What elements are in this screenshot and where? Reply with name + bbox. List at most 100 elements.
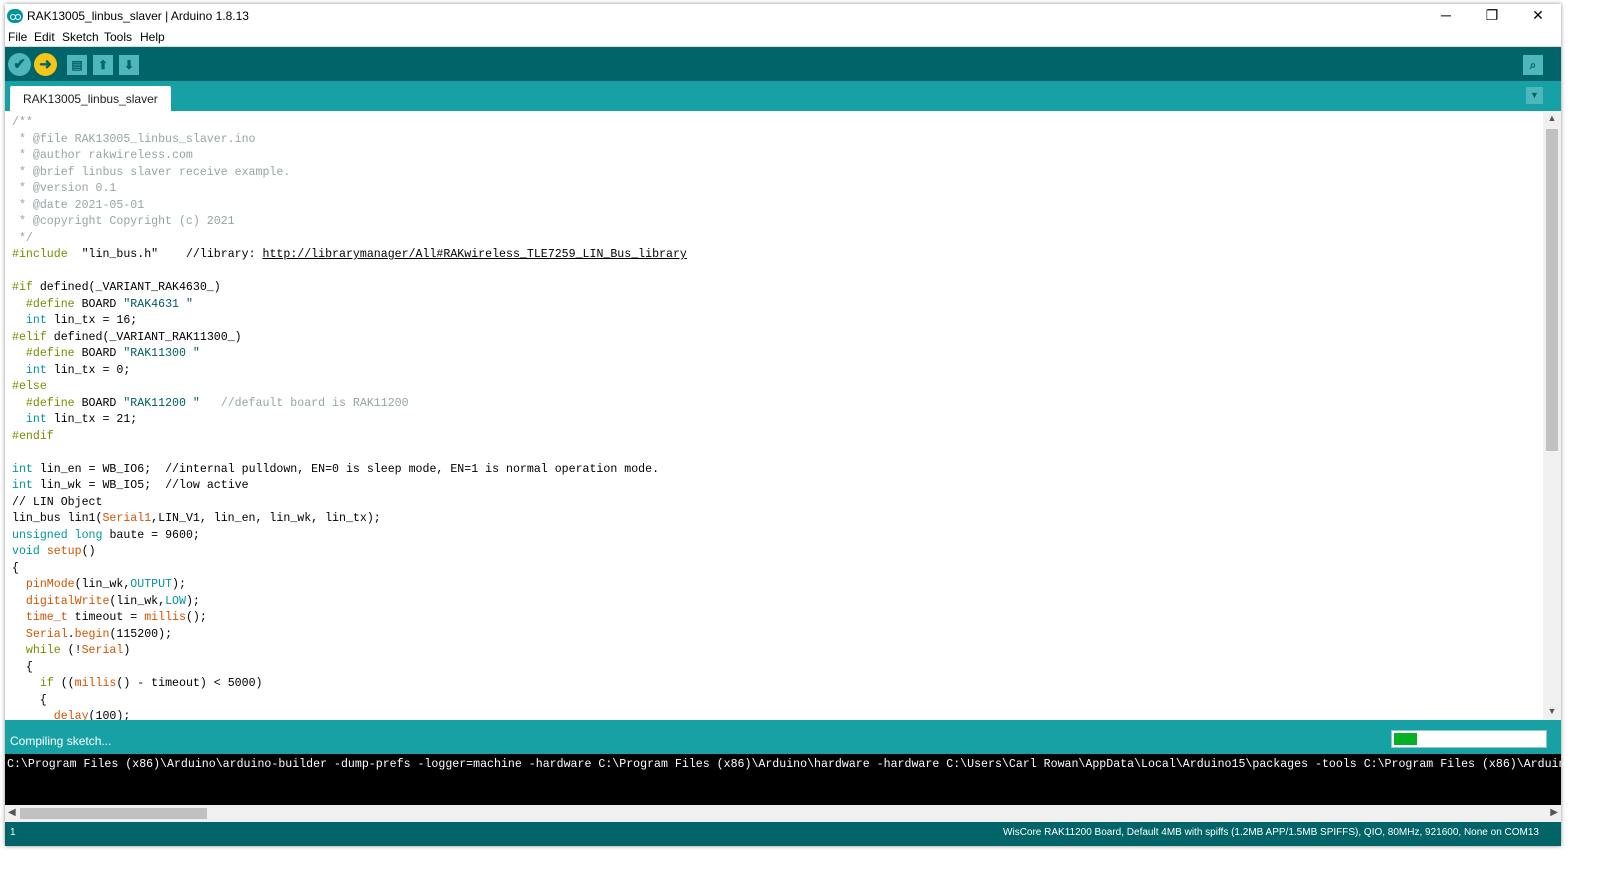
library-link[interactable]: http://librarymanager/All#RAKwireless_TL… — [262, 248, 686, 261]
code-line[interactable]: #define BOARD "RAK11200 " //default boar… — [12, 396, 687, 413]
code-line[interactable] — [12, 264, 687, 281]
code-token: #define — [12, 297, 75, 311]
code-token: Serial1 — [102, 512, 152, 525]
upload-button[interactable]: ➜ — [34, 53, 57, 76]
code-line[interactable]: #else — [12, 379, 687, 396]
code-token: () - timeout) < 5000) — [116, 677, 263, 690]
scroll-up-arrow-icon[interactable]: ▲ — [1543, 113, 1561, 125]
progress-fill — [1394, 733, 1417, 745]
code-token: timeout = — [67, 611, 145, 624]
code-line[interactable]: unsigned long baute = 9600; — [12, 528, 687, 545]
code-line[interactable]: */ — [12, 231, 687, 248]
code-token: (lin_wk, — [109, 594, 166, 608]
code-line[interactable]: #endif — [12, 429, 687, 446]
toolbar: ✔ ➜ ▤ ⬆ ⬇ ⌕ — [5, 47, 1561, 81]
menu-edit[interactable]: Edit — [34, 30, 55, 44]
code-line[interactable]: #elif defined(_VARIANT_RAK11300_) — [12, 330, 687, 347]
code-line[interactable]: delay(100); — [12, 709, 687, 720]
code-token: defined(_VARIANT_RAK11300_) — [46, 330, 242, 344]
code-line[interactable]: while (!Serial) — [12, 643, 687, 660]
tab-sketch[interactable]: RAK13005_linbus_slaver — [10, 86, 171, 111]
open-sketch-button[interactable]: ⬆ — [93, 55, 113, 75]
console-scroll-thumb[interactable] — [20, 808, 207, 819]
footer-bar: 1 WisCore RAK11200 Board, Default 4MB wi… — [5, 822, 1561, 846]
code-line[interactable]: #if defined(_VARIANT_RAK4630_) — [12, 280, 687, 297]
code-token: while — [25, 644, 61, 657]
code-line[interactable]: int lin_wk = WB_IO5; //low active — [12, 478, 687, 495]
tab-bar: RAK13005_linbus_slaver ▼ — [5, 81, 1561, 111]
code-token: int — [12, 462, 33, 476]
code-token: OUTPUT — [130, 578, 173, 591]
scroll-left-arrow-icon[interactable]: ◀ — [8, 807, 16, 818]
code-token: { — [12, 660, 33, 674]
code-line[interactable] — [12, 445, 687, 462]
code-line[interactable]: time_t timeout = millis(); — [12, 610, 687, 627]
tab-menu-dropdown-icon[interactable]: ▼ — [1526, 87, 1543, 104]
code-line[interactable]: { — [12, 561, 687, 578]
menu-tools[interactable]: Tools — [104, 30, 132, 44]
code-token: lin_wk = WB_IO5; — [32, 479, 166, 492]
verify-button[interactable]: ✔ — [8, 53, 31, 76]
console-output[interactable]: C:\Program Files (x86)\Arduino\arduino-b… — [5, 754, 1561, 805]
editor-scroll-thumb[interactable] — [1546, 129, 1558, 451]
code-token: if — [39, 677, 54, 690]
code-line[interactable]: * @date 2021-05-01 — [12, 198, 687, 215]
code-token: #if — [12, 281, 33, 294]
code-line[interactable]: * @copyright Copyright (c) 2021 — [12, 214, 687, 231]
code-line[interactable]: /** — [12, 115, 687, 132]
code-token: //internal pulldown, EN=0 is sleep mode,… — [165, 462, 660, 476]
code-line[interactable]: { — [12, 660, 687, 677]
minimize-button[interactable]: ─ — [1423, 4, 1469, 28]
code-line[interactable]: * @version 0.1 — [12, 181, 687, 198]
close-button[interactable]: ✕ — [1515, 4, 1561, 28]
code-editor[interactable]: /** * @file RAK13005_linbus_slaver.ino *… — [5, 111, 1543, 720]
menu-help[interactable]: Help — [140, 30, 165, 44]
code-line[interactable]: * @file RAK13005_linbus_slaver.ino — [12, 132, 687, 149]
code-token: //library: — [185, 248, 263, 261]
code-line[interactable]: pinMode(lin_wk,OUTPUT); — [12, 577, 687, 594]
code-token: #define — [12, 396, 75, 410]
code-token: (100); — [88, 710, 131, 720]
code-line[interactable]: * @author rakwireless.com — [12, 148, 687, 165]
code-line[interactable]: #define BOARD "RAK4631 " — [12, 297, 687, 314]
code-line[interactable]: { — [12, 693, 687, 710]
code-token: pinMode — [25, 578, 75, 591]
code-token: ); — [172, 578, 186, 591]
code-line[interactable]: #include "lin_bus.h" //library: http://l… — [12, 247, 687, 264]
code-line[interactable]: int lin_en = WB_IO6; //internal pulldown… — [12, 462, 687, 479]
code-line[interactable]: int lin_tx = 16; — [12, 313, 687, 330]
code-line[interactable]: #define BOARD "RAK11300 " — [12, 346, 687, 363]
code-line[interactable]: * @brief linbus slaver receive example. — [12, 165, 687, 182]
code-line[interactable]: digitalWrite(lin_wk,LOW); — [12, 594, 687, 611]
menu-file[interactable]: File — [8, 30, 27, 44]
code-line[interactable]: int lin_tx = 21; — [12, 412, 687, 429]
code-line[interactable]: if ((millis() - timeout) < 5000) — [12, 676, 687, 693]
console-horizontal-scrollbar[interactable]: ◀ ▶ — [5, 805, 1561, 822]
title-bar[interactable]: RAK13005_linbus_slaver | Arduino 1.8.13 … — [5, 4, 1561, 28]
menu-sketch[interactable]: Sketch — [62, 30, 99, 44]
code-token: * @version 0.1 — [12, 182, 117, 195]
code-line[interactable]: // LIN Object — [12, 495, 687, 512]
code-line[interactable]: Serial.begin(115200); — [12, 627, 687, 644]
code-text[interactable]: /** * @file RAK13005_linbus_slaver.ino *… — [12, 115, 687, 720]
new-sketch-button[interactable]: ▤ — [67, 55, 87, 75]
serial-monitor-button[interactable]: ⌕ — [1523, 55, 1543, 75]
editor-vertical-scrollbar[interactable]: ▲ ▼ — [1543, 111, 1561, 720]
code-token: #define — [12, 347, 75, 360]
code-line[interactable]: lin_bus lin1(Serial1,LIN_V1, lin_en, lin… — [12, 511, 687, 528]
restore-button[interactable]: ❐ — [1469, 4, 1515, 28]
console-text: C:\Program Files (x86)\Arduino\arduino-b… — [7, 758, 1561, 771]
save-sketch-button[interactable]: ⬇ — [119, 55, 139, 75]
code-token: BOARD — [74, 297, 124, 311]
code-line[interactable]: int lin_tx = 0; — [12, 363, 687, 380]
scroll-down-arrow-icon[interactable]: ▼ — [1543, 706, 1561, 718]
code-line[interactable]: void setup() — [12, 544, 687, 561]
board-info: WisCore RAK11200 Board, Default 4MB with… — [1003, 827, 1539, 838]
code-token: #else — [12, 380, 47, 393]
scroll-right-arrow-icon[interactable]: ▶ — [1550, 807, 1558, 818]
code-token: digitalWrite — [25, 594, 110, 608]
